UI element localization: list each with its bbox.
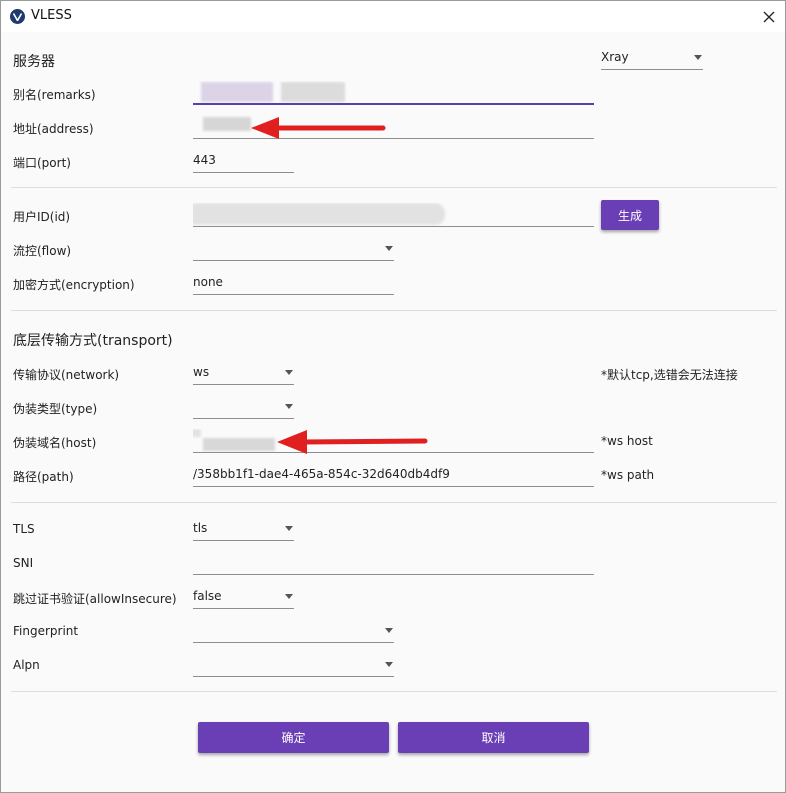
cancel-button[interactable]: 取消 — [398, 722, 589, 753]
vless-dialog: VLESS 服务器 Xray 别名(remarks) 地址(address) 端… — [0, 0, 786, 793]
core-type-value: Xray — [601, 50, 629, 64]
section-divider — [11, 310, 777, 311]
chevron-down-icon — [285, 526, 293, 531]
chevron-down-icon — [694, 55, 702, 60]
ok-button[interactable]: 确定 — [198, 722, 389, 753]
path-hint: *ws path — [601, 468, 655, 482]
v2ray-logo-icon — [10, 9, 25, 24]
remarks-input[interactable] — [193, 81, 594, 105]
redacted-block — [193, 203, 445, 225]
network-select[interactable]: ws — [193, 361, 294, 385]
transport-section-title: 底层传输方式(transport) — [13, 333, 173, 349]
path-value: /358bb1f1-dae4-465a-854c-32d640db4df9 — [193, 467, 450, 481]
port-label: 端口(port) — [13, 156, 71, 170]
type-select[interactable] — [193, 395, 294, 419]
port-value: 443 — [193, 153, 216, 167]
core-type-select[interactable]: Xray — [601, 46, 703, 70]
chevron-down-icon — [385, 246, 393, 251]
type-label: 伪装类型(type) — [13, 402, 98, 416]
host-hint: *ws host — [601, 434, 653, 448]
section-divider — [11, 187, 777, 188]
allow-insecure-label: 跳过证书验证(allowInsecure) — [13, 592, 177, 606]
address-label: 地址(address) — [13, 122, 94, 136]
network-value: ws — [193, 365, 210, 379]
chevron-down-icon — [385, 628, 393, 633]
fingerprint-label: Fingerprint — [13, 624, 79, 638]
network-hint: *默认tcp,选错会无法连接 — [601, 368, 738, 382]
alpn-label: Alpn — [13, 658, 40, 672]
tls-select[interactable]: tls — [193, 517, 294, 541]
chevron-down-icon — [385, 662, 393, 667]
flow-label: 流控(flow) — [13, 244, 72, 258]
chevron-down-icon — [285, 404, 293, 409]
flow-select[interactable] — [193, 237, 394, 261]
allow-insecure-value: false — [193, 589, 222, 603]
annotation-arrow-icon — [251, 117, 386, 139]
redacted-block — [201, 82, 273, 102]
port-input[interactable]: 443 — [193, 149, 294, 173]
chevron-down-icon — [285, 370, 293, 375]
network-label: 传输协议(network) — [13, 368, 120, 382]
section-divider — [11, 502, 777, 503]
chevron-down-icon — [285, 594, 293, 599]
redacted-block — [203, 117, 251, 131]
path-input[interactable]: /358bb1f1-dae4-465a-854c-32d640db4df9 — [193, 463, 594, 487]
allow-insecure-select[interactable]: false — [193, 585, 294, 609]
sni-label: SNI — [13, 556, 34, 570]
redacted-block — [281, 82, 345, 102]
generate-id-label: 生成 — [617, 208, 642, 223]
encryption-input[interactable]: none — [193, 271, 394, 295]
window-title: VLESS — [31, 8, 72, 23]
user-id-label: 用户ID(id) — [13, 210, 71, 224]
sni-input[interactable] — [193, 551, 594, 575]
annotation-arrow-icon — [277, 430, 428, 454]
title-bar: VLESS — [1, 1, 785, 32]
server-section-title: 服务器 — [13, 54, 55, 70]
path-label: 路径(path) — [13, 470, 74, 484]
close-button[interactable] — [753, 3, 785, 30]
tls-value: tls — [193, 521, 208, 535]
tls-label: TLS — [13, 522, 35, 536]
generate-id-button[interactable]: 生成 — [601, 200, 659, 230]
encryption-value: none — [193, 275, 223, 289]
fingerprint-select[interactable] — [193, 619, 394, 643]
close-icon — [763, 11, 775, 22]
host-label: 伪装域名(host) — [13, 436, 97, 450]
redacted-block — [193, 429, 201, 437]
encryption-label: 加密方式(encryption) — [13, 278, 135, 292]
alpn-select[interactable] — [193, 653, 394, 677]
cancel-button-label: 取消 — [481, 731, 506, 745]
ok-button-label: 确定 — [281, 731, 306, 745]
user-id-input[interactable] — [193, 203, 594, 227]
remarks-label: 别名(remarks) — [13, 88, 96, 102]
section-divider — [11, 691, 777, 692]
redacted-block — [203, 438, 275, 451]
